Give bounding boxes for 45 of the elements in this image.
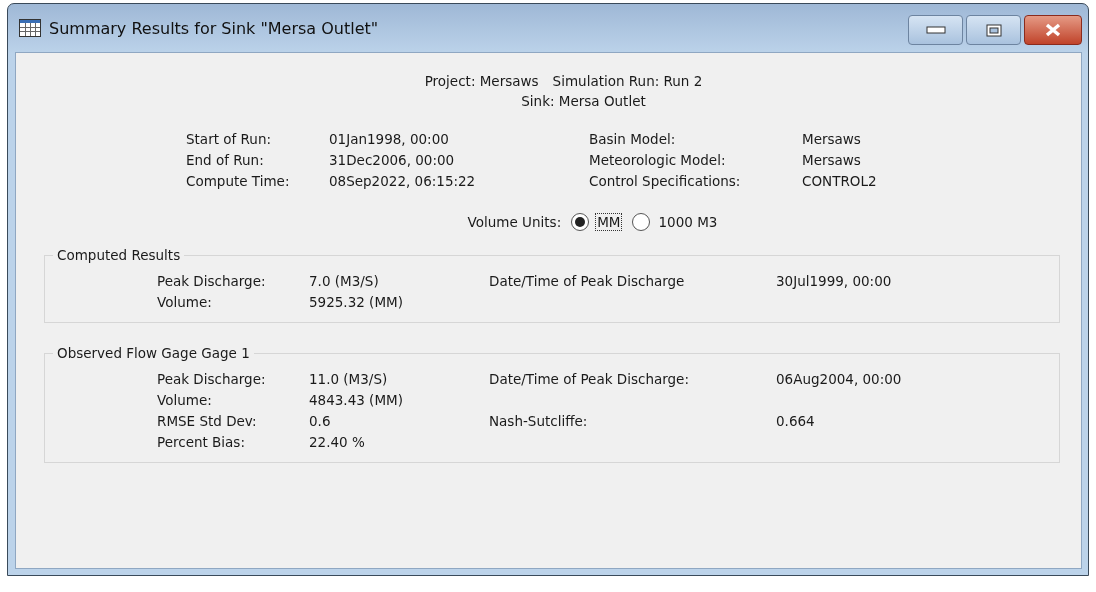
- close-icon: [1044, 23, 1062, 37]
- sink-text: Sink: Mersa Outlet: [520, 93, 647, 109]
- volume-units-label: Volume Units:: [467, 214, 562, 230]
- table-icon: [19, 19, 41, 37]
- minimize-icon: [925, 26, 946, 34]
- info-value: CONTROL2: [802, 173, 878, 189]
- info-label: Meteorologic Model:: [589, 152, 727, 168]
- result-value: 7.0 (M3/S): [309, 273, 380, 289]
- result-label: Volume:: [157, 294, 213, 310]
- info-value: Mersaws: [802, 131, 862, 147]
- info-label: Control Specifications:: [589, 173, 742, 189]
- result-label: RMSE Std Dev:: [157, 413, 258, 429]
- window-title: Summary Results for Sink "Mersa Outlet": [49, 18, 379, 38]
- result-label: Date/Time of Peak Discharge: [489, 273, 686, 289]
- result-value: 0.664: [776, 413, 816, 429]
- info-label: Start of Run:: [186, 131, 272, 147]
- result-label: Peak Discharge:: [157, 273, 267, 289]
- info-value: 08Sep2022, 06:15:22: [329, 173, 477, 189]
- result-value: 22.40 %: [309, 434, 366, 450]
- result-label: Peak Discharge:: [157, 371, 267, 387]
- info-label: End of Run:: [186, 152, 265, 168]
- result-label: Date/Time of Peak Discharge:: [489, 371, 690, 387]
- result-value: 30Jul1999, 00:00: [776, 273, 893, 289]
- info-value: Mersaws: [802, 152, 862, 168]
- maximize-button[interactable]: [966, 15, 1021, 45]
- maximize-icon: [985, 23, 1002, 37]
- result-value: 06Aug2004, 00:00: [776, 371, 903, 387]
- simulation-run-text: Simulation Run: Run 2: [552, 73, 703, 89]
- result-value: 11.0 (M3/S): [309, 371, 389, 387]
- group-title: Computed Results: [56, 247, 182, 263]
- result-value: 0.6: [309, 413, 332, 429]
- group-title: Observed Flow Gage Gage 1: [56, 345, 251, 361]
- result-value: 4843.43 (MM): [309, 392, 404, 408]
- project-text: Project: Mersaws: [424, 73, 539, 89]
- result-value: 5925.32 (MM): [309, 294, 404, 310]
- info-label: Compute Time:: [186, 173, 291, 189]
- unit-radio[interactable]: 1000 M3: [632, 213, 720, 231]
- result-label: Volume:: [157, 392, 213, 408]
- result-label: Nash-Sutcliffe:: [489, 413, 589, 429]
- result-label: Percent Bias:: [157, 434, 246, 450]
- info-value: 01Jan1998, 00:00: [329, 131, 450, 147]
- info-value: 31Dec2006, 00:00: [329, 152, 456, 168]
- info-label: Basin Model:: [589, 131, 677, 147]
- minimize-button[interactable]: [908, 15, 963, 45]
- close-button[interactable]: [1024, 15, 1082, 45]
